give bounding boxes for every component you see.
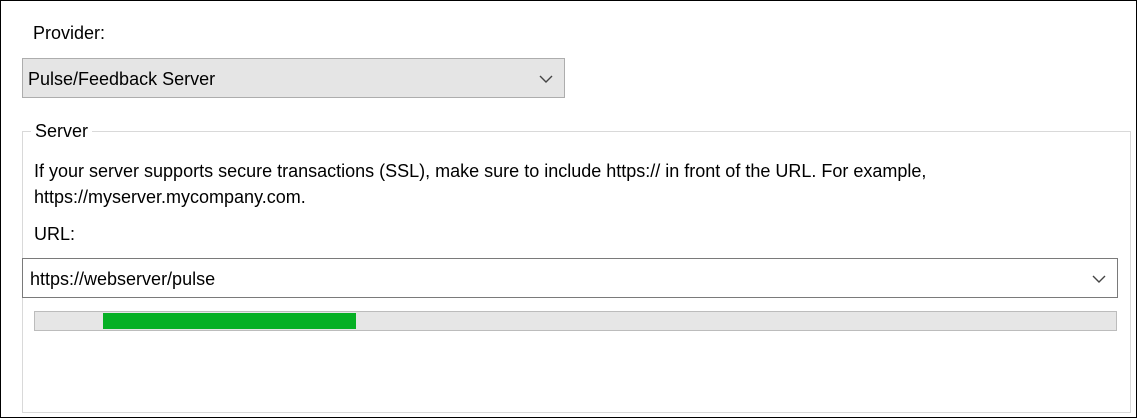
server-description: If your server supports secure transacti… (34, 161, 927, 207)
provider-dropdown[interactable]: Pulse/Feedback Server (22, 58, 565, 98)
chevron-down-icon[interactable] (1091, 273, 1107, 285)
connection-progress-bar (34, 311, 1117, 331)
url-combobox[interactable]: https://webserver/pulse (22, 258, 1118, 298)
provider-selected-value: Pulse/Feedback Server (28, 69, 216, 89)
settings-panel: Provider: Pulse/Feedback Server Server I… (0, 0, 1137, 418)
progress-fill (103, 313, 357, 329)
provider-label: Provider: (33, 23, 106, 43)
url-input-value[interactable]: https://webserver/pulse (30, 267, 215, 291)
chevron-down-icon (539, 75, 553, 83)
server-group-title: Server (31, 119, 93, 143)
url-label: URL: (34, 224, 76, 244)
